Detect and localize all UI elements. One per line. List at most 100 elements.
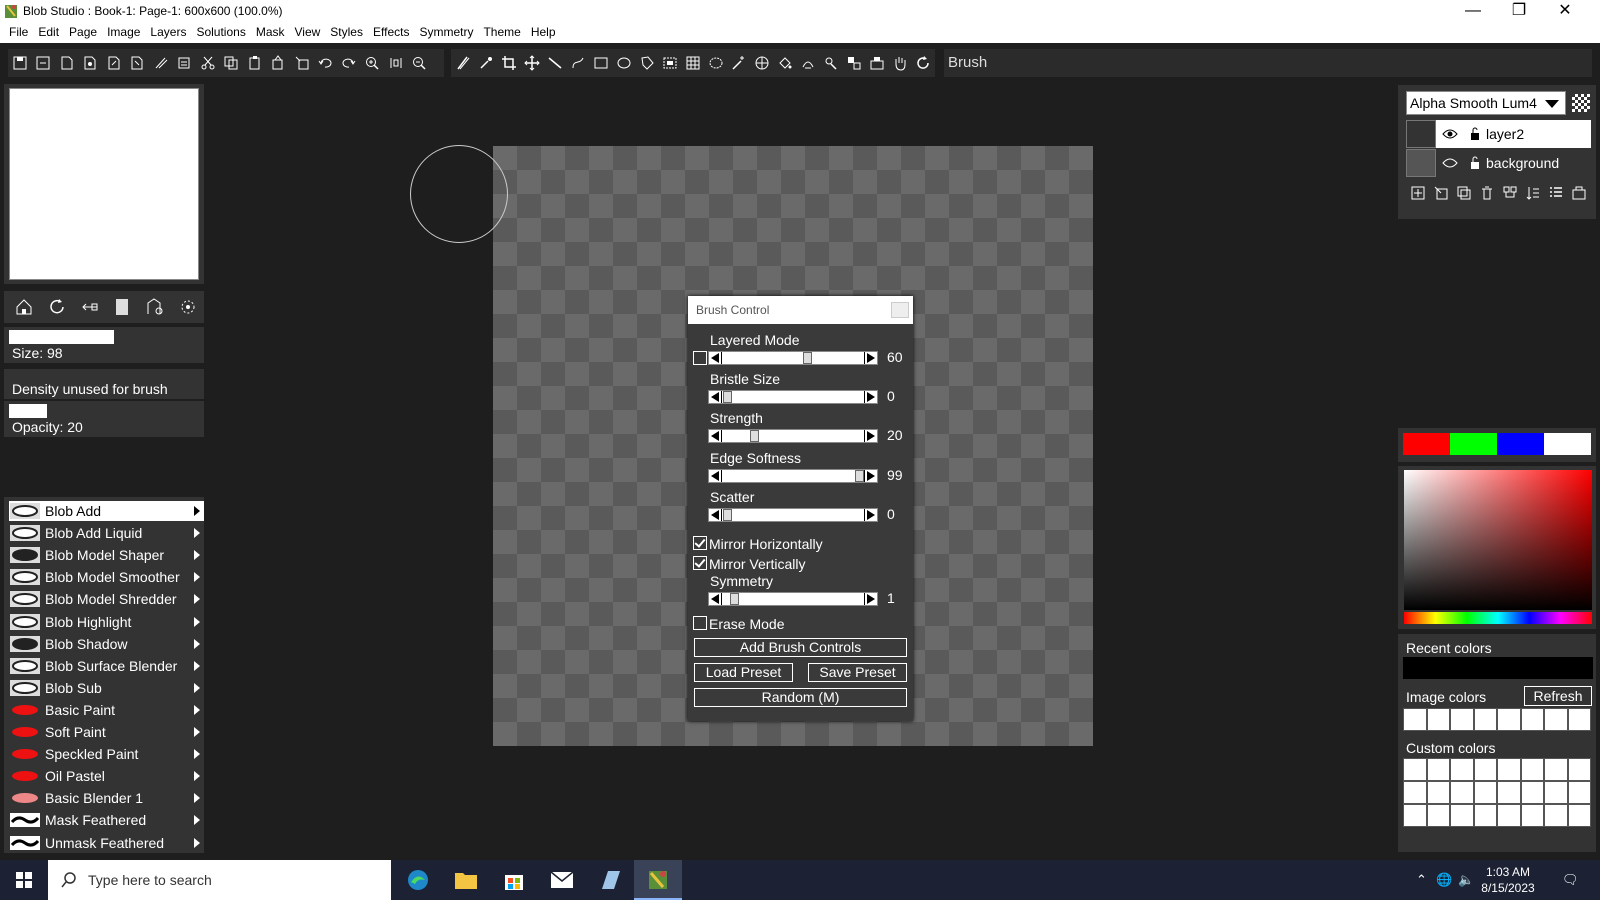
- curve-icon[interactable]: [566, 51, 589, 75]
- rectangle-icon[interactable]: [589, 51, 612, 75]
- paste-new-icon[interactable]: [290, 51, 314, 75]
- menu-symmetry[interactable]: Symmetry: [414, 23, 478, 43]
- color-cell[interactable]: [1473, 804, 1497, 827]
- menu-styles[interactable]: Styles: [325, 23, 368, 43]
- line-icon[interactable]: [543, 51, 566, 75]
- color-cell[interactable]: [1450, 708, 1474, 731]
- home-view-icon[interactable]: [8, 294, 41, 320]
- slider-thumb[interactable]: [723, 508, 732, 521]
- menu-solutions[interactable]: Solutions: [191, 23, 250, 43]
- print-icon[interactable]: [173, 51, 197, 75]
- color-cell[interactable]: [1497, 708, 1521, 731]
- flip-view-icon[interactable]: [73, 294, 106, 320]
- magic-wand-icon[interactable]: [728, 51, 751, 75]
- crop-icon[interactable]: [497, 51, 520, 75]
- add-brush-controls-button[interactable]: Add Brush Controls: [694, 638, 907, 657]
- color-cell[interactable]: [1520, 758, 1544, 781]
- brush-control-slider[interactable]: [708, 468, 878, 483]
- minimize-button[interactable]: —: [1450, 0, 1496, 23]
- blob-studio-taskbar-icon[interactable]: [634, 860, 682, 900]
- import-icon[interactable]: [126, 51, 150, 75]
- submenu-arrow-icon[interactable]: [194, 594, 200, 605]
- submenu-arrow-icon[interactable]: [194, 528, 200, 539]
- saturation-value-area[interactable]: [1404, 470, 1592, 610]
- color-cell[interactable]: [1497, 781, 1521, 804]
- color-cell[interactable]: [1403, 758, 1427, 781]
- menu-page[interactable]: Page: [64, 23, 102, 43]
- brush-control-slider[interactable]: [708, 429, 878, 444]
- submenu-arrow-icon[interactable]: [194, 749, 200, 760]
- mirror-horizontally-checkbox[interactable]: [693, 536, 707, 550]
- increase-arrow-icon[interactable]: [867, 509, 875, 520]
- random-button[interactable]: Random (M): [694, 688, 907, 707]
- import-layer-icon[interactable]: [1429, 185, 1452, 201]
- paste-icon[interactable]: [243, 51, 267, 75]
- submenu-arrow-icon[interactable]: [194, 638, 200, 649]
- eyedropper-icon[interactable]: [474, 51, 497, 75]
- pattern-select-icon[interactable]: [751, 51, 774, 75]
- color-swatch[interactable]: [1544, 433, 1591, 455]
- duplicate-layer-icon[interactable]: [1452, 185, 1475, 201]
- increase-arrow-icon[interactable]: [867, 470, 875, 481]
- navigator-preview[interactable]: [4, 84, 204, 284]
- save-preset-button[interactable]: Save Preset: [808, 663, 907, 682]
- submenu-arrow-icon[interactable]: [194, 727, 200, 737]
- lasso-icon[interactable]: [635, 51, 658, 75]
- submenu-arrow-icon[interactable]: [194, 704, 200, 715]
- menu-effects[interactable]: Effects: [368, 23, 414, 43]
- color-cell[interactable]: [1473, 781, 1497, 804]
- brush-icon[interactable]: [451, 51, 474, 75]
- color-cell[interactable]: [1567, 758, 1591, 781]
- brush-item[interactable]: Mask Feathered: [9, 810, 204, 830]
- lock-icon[interactable]: [1464, 127, 1486, 141]
- visibility-eye-icon[interactable]: [1436, 128, 1464, 140]
- slider-thumb[interactable]: [723, 391, 732, 404]
- color-swatch[interactable]: [1403, 433, 1450, 455]
- color-cell[interactable]: [1520, 708, 1544, 731]
- hue-slider[interactable]: [1404, 612, 1592, 624]
- refresh-button[interactable]: Refresh: [1524, 686, 1592, 706]
- fill-icon[interactable]: [774, 51, 797, 75]
- color-swatch[interactable]: [1497, 433, 1544, 455]
- pen-icon[interactable]: [149, 51, 173, 75]
- menu-layers[interactable]: Layers: [145, 23, 191, 43]
- brush-item[interactable]: Blob Shadow: [9, 634, 204, 654]
- submenu-arrow-icon[interactable]: [194, 572, 200, 583]
- brush-item[interactable]: Soft Paint: [9, 722, 204, 742]
- brush-control-slider[interactable]: [708, 351, 878, 365]
- actual-size-icon[interactable]: [384, 51, 408, 75]
- erase-mode-checkbox[interactable]: [693, 616, 707, 630]
- view-options-icon[interactable]: [171, 294, 204, 320]
- select-rect-icon[interactable]: [658, 51, 681, 75]
- brush-item[interactable]: Basic Blender 1: [9, 788, 204, 808]
- submenu-arrow-icon[interactable]: [194, 815, 200, 826]
- mirror-vertically-checkbox[interactable]: [693, 556, 707, 570]
- submenu-arrow-icon[interactable]: [194, 660, 200, 671]
- cut-icon[interactable]: [196, 51, 220, 75]
- layer-list-icon[interactable]: [1545, 185, 1568, 201]
- mail-icon[interactable]: [538, 860, 586, 900]
- submenu-arrow-icon[interactable]: [194, 616, 200, 627]
- decrease-arrow-icon[interactable]: [711, 431, 719, 442]
- opacity-slider[interactable]: [9, 404, 47, 418]
- menu-theme[interactable]: Theme: [478, 23, 525, 43]
- slider-thumb[interactable]: [802, 352, 812, 364]
- refresh-icon[interactable]: [912, 51, 935, 75]
- maximize-button[interactable]: ❐: [1496, 0, 1542, 23]
- color-cell[interactable]: [1473, 708, 1497, 731]
- brush-control-slider[interactable]: [708, 507, 878, 522]
- brush-item[interactable]: Blob Sub: [9, 678, 204, 698]
- color-cell[interactable]: [1450, 781, 1474, 804]
- color-swatch[interactable]: [1450, 433, 1497, 455]
- brush-opacity-control[interactable]: Opacity: 20: [4, 401, 204, 437]
- color-cell[interactable]: [1497, 758, 1521, 781]
- select-grid-icon[interactable]: [681, 51, 704, 75]
- submenu-arrow-icon[interactable]: [194, 793, 200, 804]
- color-cell[interactable]: [1567, 708, 1591, 731]
- submenu-arrow-icon[interactable]: [194, 682, 200, 693]
- zoom-in-icon[interactable]: [361, 51, 385, 75]
- color-cell[interactable]: [1544, 781, 1568, 804]
- text-icon[interactable]: [843, 51, 866, 75]
- decrease-arrow-icon[interactable]: [711, 470, 719, 481]
- submenu-arrow-icon[interactable]: [194, 550, 200, 561]
